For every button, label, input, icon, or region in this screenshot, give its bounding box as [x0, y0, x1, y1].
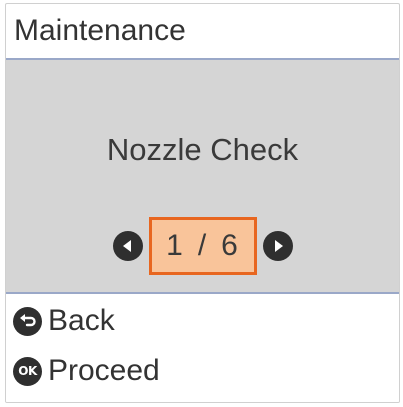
proceed-label: Proceed	[48, 354, 160, 387]
page-separator: /	[197, 229, 208, 262]
pager: 1 / 6	[6, 216, 399, 276]
header-bar: Maintenance	[6, 4, 399, 60]
arrow-right-icon[interactable]	[262, 231, 293, 261]
arrow-left-icon[interactable]	[112, 231, 143, 261]
footer-actions: Back OK Proceed	[6, 296, 399, 402]
content-panel: Nozzle Check 1 / 6	[6, 60, 399, 294]
ok-icon: OK	[13, 356, 42, 386]
back-label: Back	[48, 304, 115, 337]
menu-item-title: Nozzle Check	[106, 132, 299, 167]
printer-lcd-screen: Maintenance Nozzle Check 1 / 6 Back OK P…	[5, 3, 400, 403]
page-title: Maintenance	[14, 14, 186, 47]
page-indicator: 1 / 6	[148, 217, 257, 275]
back-icon	[13, 306, 42, 336]
back-button[interactable]: Back	[6, 296, 399, 346]
proceed-button[interactable]: OK Proceed	[6, 346, 399, 396]
current-page: 1	[166, 229, 184, 262]
total-pages: 6	[221, 229, 239, 262]
